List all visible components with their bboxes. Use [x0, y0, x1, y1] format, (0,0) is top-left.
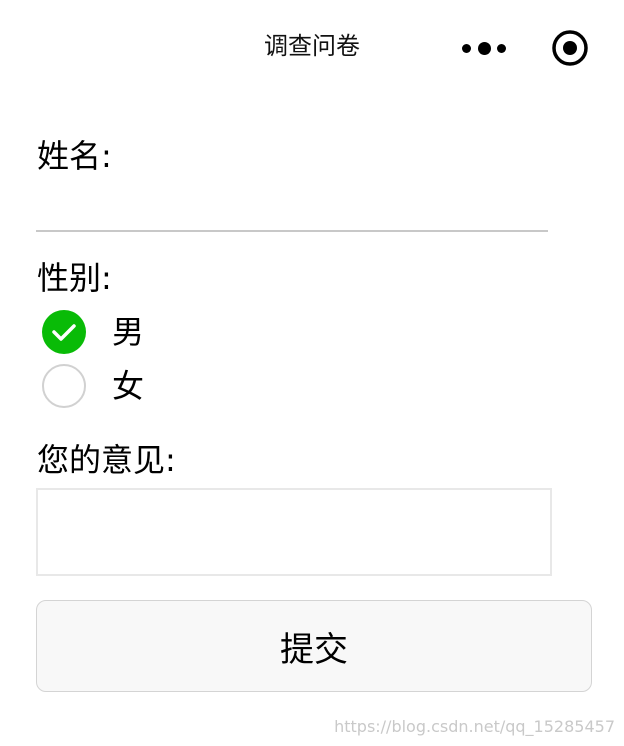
radio-option-female[interactable]: 女	[42, 362, 144, 410]
submit-button[interactable]: 提交	[36, 600, 592, 692]
navigation-bar: 调查问卷	[0, 0, 624, 96]
gender-label: 性别:	[37, 259, 112, 297]
more-dot	[462, 43, 471, 53]
radio-unchecked-icon[interactable]	[42, 364, 86, 408]
radio-label-male: 男	[112, 313, 145, 351]
radio-checked-icon[interactable]	[42, 310, 86, 354]
more-dot	[477, 41, 491, 55]
radio-label-female: 女	[112, 367, 145, 405]
target-circle-icon[interactable]	[551, 29, 589, 67]
more-dot	[497, 43, 506, 53]
opinion-textarea[interactable]	[36, 488, 552, 576]
radio-option-male[interactable]: 男	[42, 308, 144, 356]
watermark-text: https://blog.csdn.net/qq_15285457	[334, 717, 615, 736]
page-title: 调查问卷	[264, 32, 360, 60]
name-input[interactable]	[36, 180, 548, 232]
more-dots-icon[interactable]	[462, 40, 506, 56]
name-label: 姓名:	[37, 137, 112, 175]
opinion-label: 您的意见:	[37, 441, 176, 479]
